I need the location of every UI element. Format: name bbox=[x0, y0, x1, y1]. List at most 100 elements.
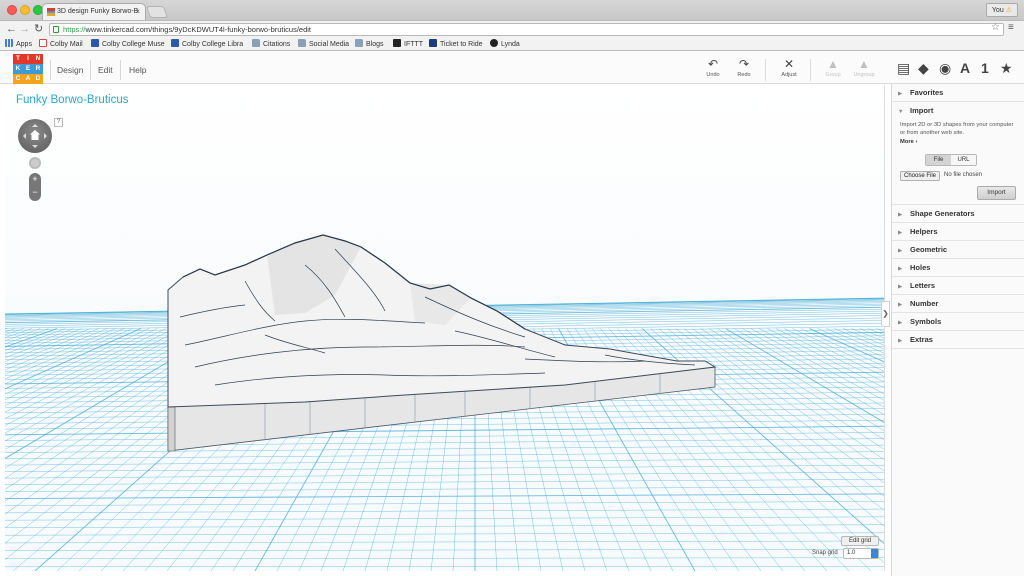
minimize-window-button[interactable] bbox=[20, 5, 30, 15]
adjust-button[interactable]: ✕ Adjust bbox=[774, 58, 804, 78]
menu-help[interactable]: Help bbox=[129, 65, 146, 75]
forward-arrow-icon[interactable]: → bbox=[19, 22, 30, 36]
zoom-out-icon[interactable]: − bbox=[29, 186, 41, 199]
bookmark-colby-mail[interactable]: Colby Mail bbox=[39, 39, 83, 50]
orbit-right-icon[interactable] bbox=[44, 133, 50, 139]
collapse-sidebar-button[interactable]: ❯ bbox=[881, 301, 890, 327]
bookmark-colby-museum[interactable]: Colby College Muse bbox=[91, 39, 165, 50]
bookmark-label: Citations bbox=[263, 41, 291, 48]
text-icon[interactable]: A bbox=[960, 60, 970, 76]
browser-tab-active[interactable]: 3D design Funky Borwo-B × bbox=[42, 3, 146, 20]
bookmark-label: Apps bbox=[16, 41, 32, 48]
logo-letter: C bbox=[13, 74, 23, 84]
no-file-status: No file chosen bbox=[944, 172, 983, 178]
ifttt-icon bbox=[393, 39, 401, 47]
view-cube-navigator[interactable] bbox=[18, 119, 52, 153]
section-label: Helpers bbox=[910, 227, 938, 236]
new-tab-button[interactable] bbox=[145, 6, 169, 18]
workplane-viewport[interactable]: Funky Borwo-Bruticus ? + − Edit grid Sna… bbox=[5, 85, 885, 571]
bookmark-blogs[interactable]: Blogs bbox=[355, 39, 384, 50]
address-toolbar: ← → ↻ https://www.tinkercad.com/things/9… bbox=[0, 20, 1024, 37]
design-title[interactable]: Funky Borwo-Bruticus bbox=[16, 94, 128, 106]
group-button[interactable]: ▲ Group bbox=[818, 58, 848, 78]
star-icon[interactable]: ★ bbox=[1000, 60, 1013, 76]
home-view-icon[interactable] bbox=[30, 130, 40, 140]
back-arrow-icon[interactable]: ← bbox=[6, 22, 17, 36]
screen: 3D design Funky Borwo-B × You ⚠ ← → ↻ htt… bbox=[0, 0, 1024, 576]
section-geometric[interactable]: ▶ Geometric bbox=[892, 241, 1024, 259]
tinkercad-favicon-icon bbox=[47, 8, 55, 16]
undo-icon: ↶ bbox=[707, 57, 719, 71]
bookmark-lynda[interactable]: Lynda bbox=[490, 39, 520, 50]
import-source-toggle: File URL bbox=[925, 154, 977, 166]
group-icon: ▲ bbox=[827, 57, 839, 71]
close-window-button[interactable] bbox=[7, 5, 17, 15]
section-import: ▼ Import Import 2D or 3D shapes from your… bbox=[892, 102, 1024, 205]
workplane-scene[interactable] bbox=[5, 85, 885, 571]
bookmark-label: Ticket to Ride bbox=[440, 41, 483, 48]
section-label: Extras bbox=[910, 335, 933, 344]
section-extras[interactable]: ▶ Extras bbox=[892, 331, 1024, 349]
import-description: Import 2D or 3D shapes from your compute… bbox=[900, 122, 1014, 136]
menu-divider bbox=[120, 60, 121, 80]
section-import-header[interactable]: ▼ Import bbox=[892, 102, 1024, 120]
lynda-icon bbox=[490, 39, 498, 47]
bookmark-star-icon[interactable]: ☆ bbox=[991, 22, 1000, 33]
apps-icon bbox=[5, 39, 13, 47]
bookmark-citations[interactable]: Citations bbox=[252, 39, 290, 50]
section-helpers[interactable]: ▶ Helpers bbox=[892, 223, 1024, 241]
adjust-icon: ✕ bbox=[783, 57, 795, 71]
help-icon[interactable]: ? bbox=[54, 118, 63, 127]
orbit-left-icon[interactable] bbox=[20, 133, 26, 139]
section-favorites[interactable]: ▶ Favorites bbox=[892, 84, 1024, 102]
edit-grid-button[interactable]: Edit grid bbox=[841, 536, 879, 546]
tab-url[interactable]: URL bbox=[951, 155, 976, 165]
logo-letter: D bbox=[33, 74, 43, 84]
url-bar[interactable]: https://www.tinkercad.com/things/9yDcKDW… bbox=[49, 23, 1004, 36]
section-letters[interactable]: ▶ Letters bbox=[892, 277, 1024, 295]
ungroup-button[interactable]: ▲ Ungroup bbox=[849, 58, 879, 78]
cube-icon[interactable]: ◆ bbox=[918, 60, 929, 76]
logo-letter: E bbox=[23, 64, 33, 74]
folder-icon bbox=[252, 39, 260, 47]
tab-file[interactable]: File bbox=[926, 155, 951, 165]
bookmark-social-media[interactable]: Social Media bbox=[298, 39, 349, 50]
reload-icon[interactable]: ↻ bbox=[34, 22, 43, 36]
menu-edit[interactable]: Edit bbox=[98, 65, 113, 75]
zoom-in-icon[interactable]: + bbox=[29, 173, 41, 186]
more-link[interactable]: More › bbox=[900, 139, 917, 145]
fit-view-button[interactable] bbox=[29, 157, 41, 169]
sphere-icon[interactable]: ◉ bbox=[939, 60, 951, 76]
shape-sections: ▶ Shape Generators ▶ Helpers ▶ Geometric ▶ H… bbox=[892, 205, 1024, 349]
undo-button[interactable]: ↶ Undo bbox=[698, 58, 728, 78]
logo-letter: R bbox=[33, 64, 43, 74]
logo-letter: I bbox=[23, 54, 33, 64]
section-holes[interactable]: ▶ Holes bbox=[892, 259, 1024, 277]
choose-file-button[interactable]: Choose File bbox=[900, 171, 941, 181]
section-number[interactable]: ▶ Number bbox=[892, 295, 1024, 313]
bookmark-colby-library[interactable]: Colby College Libra bbox=[171, 39, 243, 50]
section-shape-generators[interactable]: ▶ Shape Generators bbox=[892, 205, 1024, 223]
snap-grid-label: Snap grid bbox=[812, 550, 838, 556]
toolbar-divider bbox=[810, 59, 811, 81]
expand-triangle-icon: ▶ bbox=[898, 248, 903, 254]
redo-button[interactable]: ↷ Redo bbox=[729, 58, 759, 78]
orbit-up-icon[interactable] bbox=[32, 121, 38, 127]
ungroup-icon: ▲ bbox=[858, 57, 870, 71]
number-icon[interactable]: 1 bbox=[981, 60, 989, 76]
bookmark-ifttt[interactable]: IFTTT bbox=[393, 39, 423, 50]
section-symbols[interactable]: ▶ Symbols bbox=[892, 313, 1024, 331]
profile-button[interactable]: You ⚠ bbox=[985, 3, 1018, 17]
ticket-icon bbox=[429, 39, 437, 47]
book-icon[interactable]: ▤ bbox=[897, 60, 910, 76]
tinkercad-logo[interactable]: TINKERCAD bbox=[13, 54, 43, 84]
bookmark-ticket-to-ride[interactable]: Ticket to Ride bbox=[429, 39, 483, 50]
redo-label: Redo bbox=[737, 72, 751, 78]
import-button[interactable]: Import bbox=[977, 186, 1016, 200]
orbit-down-icon[interactable] bbox=[32, 145, 38, 151]
bookmark-apps[interactable]: Apps bbox=[5, 39, 32, 50]
snap-grid-select[interactable]: 1.0 bbox=[843, 548, 879, 559]
close-tab-icon[interactable]: × bbox=[135, 7, 140, 16]
chrome-menu-icon[interactable]: ≡ bbox=[1008, 22, 1014, 33]
menu-design[interactable]: Design bbox=[57, 65, 83, 75]
